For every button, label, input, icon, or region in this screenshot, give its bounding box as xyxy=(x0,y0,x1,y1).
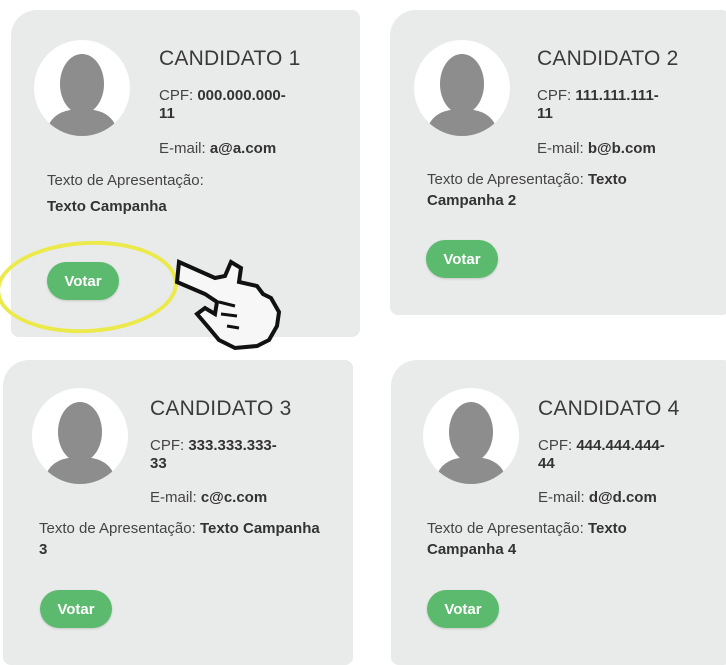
presentation-label: Texto de Apresentação: xyxy=(47,172,204,189)
candidate-card-3: CANDIDATO 3 CPF: 333.333.333- 33 E-mail:… xyxy=(3,360,353,665)
avatar-icon xyxy=(34,40,130,136)
avatar-icon xyxy=(32,388,128,484)
email-label: E-mail: xyxy=(538,489,585,506)
presentation-value: Texto Campanha xyxy=(47,198,167,215)
cpf-value-suffix: 11 xyxy=(159,105,175,122)
email-value: d@d.com xyxy=(588,489,657,506)
candidate-name: CANDIDATO 4 xyxy=(538,397,680,420)
cpf-value-suffix: 11 xyxy=(537,105,553,122)
cpf-value-suffix: 33 xyxy=(150,455,167,472)
candidate-name: CANDIDATO 1 xyxy=(159,47,301,70)
vote-button[interactable]: Votar xyxy=(426,240,498,278)
email-row: E-mail: a@a.com xyxy=(159,140,276,158)
cpf-label: CPF: xyxy=(538,437,573,454)
cpf-value: 333.333.333- xyxy=(188,437,277,454)
email-value: b@b.com xyxy=(587,140,656,157)
email-label: E-mail: xyxy=(159,140,206,157)
avatar-icon xyxy=(414,40,510,136)
email-value: a@a.com xyxy=(209,140,277,157)
candidate-card-2: CANDIDATO 2 CPF: 111.111.111- 11 E-mail:… xyxy=(390,10,726,315)
email-row: E-mail: b@b.com xyxy=(537,140,656,158)
email-label: E-mail: xyxy=(537,140,584,157)
cpf-row: CPF: 000.000.000- 11 xyxy=(159,87,359,123)
cpf-value: 111.111.111- xyxy=(575,87,659,104)
candidate-name: CANDIDATO 3 xyxy=(150,397,292,420)
cpf-label: CPF: xyxy=(159,87,194,104)
cpf-value: 000.000.000- xyxy=(197,87,286,104)
cpf-row: CPF: 111.111.111- 11 xyxy=(537,87,726,123)
cpf-value: 444.444.444- xyxy=(576,437,665,454)
email-value: c@c.com xyxy=(200,489,268,506)
cpf-label: CPF: xyxy=(537,87,572,104)
vote-button[interactable]: Votar xyxy=(40,590,112,628)
cpf-label: CPF: xyxy=(150,437,185,454)
presentation-text: Texto de Apresentação: Texto Campanha 4 xyxy=(427,520,627,558)
cpf-row: CPF: 333.333.333- 33 xyxy=(150,437,350,473)
candidate-card-4: CANDIDATO 4 CPF: 444.444.444- 44 E-mail:… xyxy=(391,360,726,665)
avatar-icon xyxy=(423,388,519,484)
presentation-text: Texto de Apresentação: Texto Campanha 3 xyxy=(39,520,320,558)
cpf-value-suffix: 44 xyxy=(538,455,555,472)
email-row: E-mail: c@c.com xyxy=(150,489,267,507)
cpf-row: CPF: 444.444.444- 44 xyxy=(538,437,726,473)
presentation-text: Texto de Apresentação: Texto Campanha 2 xyxy=(427,171,627,209)
email-row: E-mail: d@d.com xyxy=(538,489,657,507)
vote-button[interactable]: Votar xyxy=(427,590,499,628)
hand-pointer-icon xyxy=(174,252,287,357)
email-label: E-mail: xyxy=(150,489,197,506)
candidate-name: CANDIDATO 2 xyxy=(537,47,679,70)
